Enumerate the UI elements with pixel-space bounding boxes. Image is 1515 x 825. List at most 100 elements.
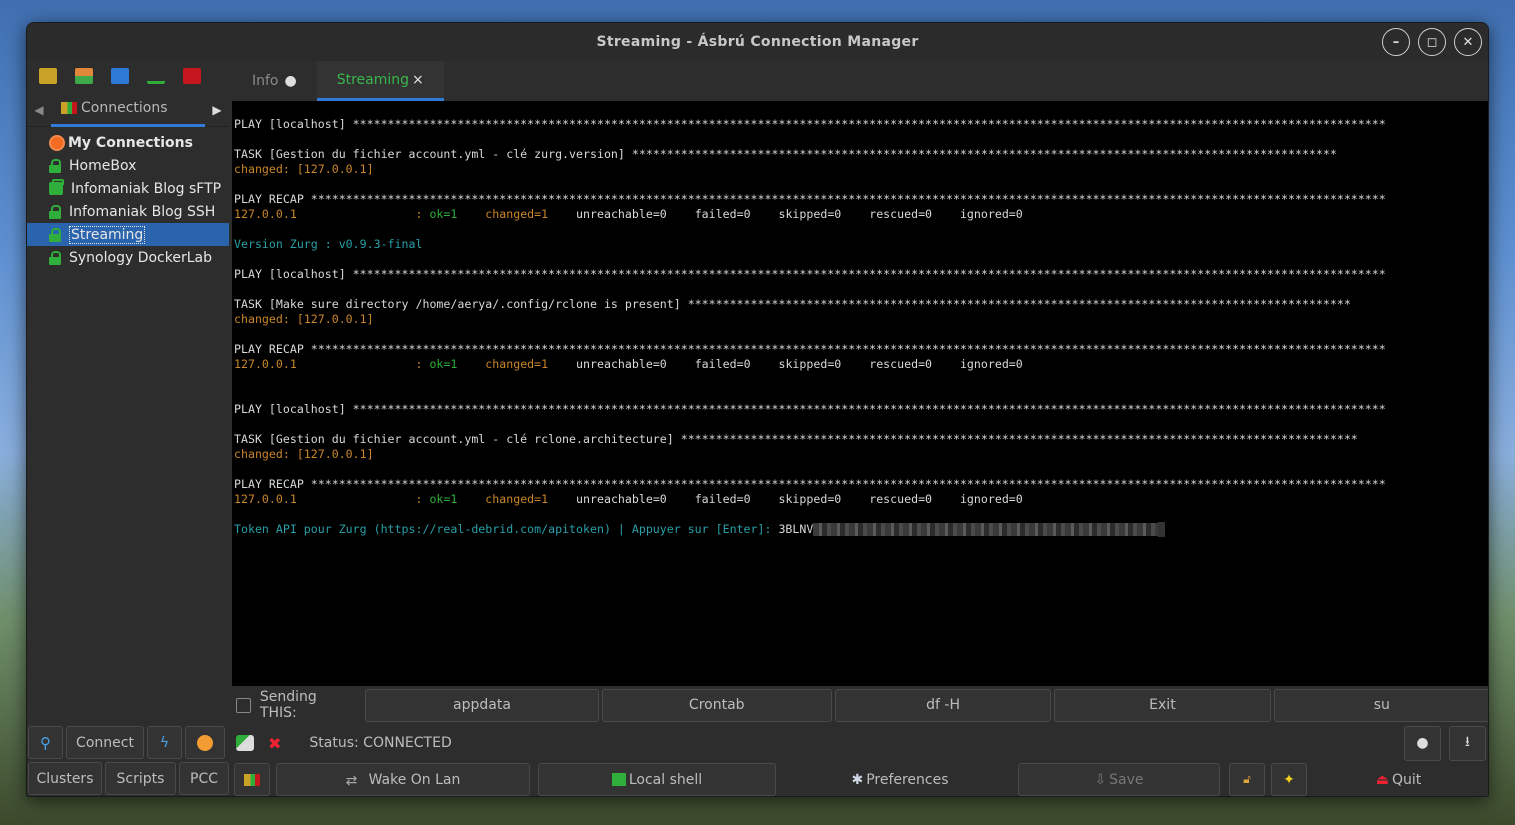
tree-icon [244,773,260,786]
recap-rest: unreachable=0 failed=0 skipped=0 rescued… [576,492,1023,506]
tree-item-label: Streaming [69,225,146,244]
terminal-line: PLAY [localhost] ***********************… [234,402,1386,416]
lock-icon [49,158,61,173]
terminal-cursor [1158,522,1166,537]
tab-connections[interactable]: Connections [51,93,205,127]
padlock-icon: 🔓︎ [1243,772,1251,786]
preferences-button[interactable]: ✱ Preferences [782,763,1018,796]
terminal-line: TASK [Gestion du fichier account.yml - c… [234,432,1358,446]
terminal-line: PLAY [localhost] ***********************… [234,117,1386,131]
tab-streaming[interactable]: Streaming × [316,61,444,101]
recap-changed: changed=1 [485,207,577,221]
delete-icon[interactable] [183,68,201,84]
disconnect-icon[interactable]: ✖ [268,734,281,753]
quick-connect-button[interactable]: ϟ [147,726,182,759]
recap-host: 127.0.0.1 : [234,207,430,221]
save-button[interactable]: ⇩ Save [1018,763,1220,796]
tools-icon: ✱ [851,771,864,788]
tree-item-my-connections[interactable]: My Connections [27,131,229,154]
info-toggle-button[interactable]: ● [1404,725,1441,761]
lock-button[interactable]: 🔓︎ [1229,763,1265,796]
terminal-line: PLAY [localhost] ***********************… [234,267,1386,281]
terminal-icon [611,773,626,786]
recap-host: 127.0.0.1 : [234,357,430,371]
local-shell-button[interactable]: Local shell [538,763,776,796]
send-exit-button[interactable]: Exit [1054,688,1271,722]
send-crontab-button[interactable]: Crontab [601,688,832,722]
quit-icon: ⏏ [1375,771,1389,788]
spellcheck-icon[interactable] [147,68,165,84]
send-bar: Sending THIS: appdata Crontab df -H Exit… [232,687,1488,723]
title-bar: Streaming - Ásbrú Connection Manager – ◻… [27,23,1488,61]
clusters-button[interactable]: Clusters [28,762,102,795]
sparkle-button[interactable]: ✦ [1271,763,1307,796]
main-panel: Info ● Streaming × PLAY [localhost] ****… [232,61,1488,796]
pcc-button[interactable]: PCC [179,762,229,795]
tree-item-synology[interactable]: Synology DockerLab [27,246,229,269]
scroll-right-icon[interactable]: ▶ [205,103,229,117]
scroll-left-icon[interactable]: ◀ [27,103,51,117]
prompt-input[interactable]: 3BLNV [778,522,813,536]
scroll-bottom-button[interactable]: ⭳ [1449,725,1486,761]
connected-icon [236,735,254,751]
tab-info-label: Info [252,73,279,89]
save-label: Save [1109,771,1144,788]
bottom-toolbar: ⇄ Wake On Lan Local shell ✱ Preferences … [232,761,1488,796]
wake-on-lan-button[interactable]: ⇄ Wake On Lan [276,763,530,796]
network-icon: ⇄ [345,772,358,789]
window-title: Streaming - Ásbrú Connection Manager [596,34,919,50]
rename-icon[interactable] [75,68,93,84]
terminal-line: PLAY RECAP *****************************… [234,342,1386,356]
tree-item-label: Infomaniak Blog sFTP [71,180,222,197]
close-window-button[interactable]: ✕ [1454,28,1482,56]
connect-button[interactable]: Connect [66,726,144,759]
wake-on-lan-label: Wake On Lan [368,771,461,788]
send-df-button[interactable]: df -H [834,688,1052,722]
send-appdata-button[interactable]: appdata [365,688,599,722]
edit-icon[interactable] [111,68,129,84]
star-icon [197,734,213,751]
arrow-down-icon: ⭳ [1465,734,1470,750]
terminal-line: 127.0.0.1 : ok=1 changed=1 unreachable=0… [234,357,1488,372]
status-bar: ✖ Status: CONNECTED ● ⭳ [232,725,1488,761]
quit-button[interactable]: ⏏ Quit [1307,763,1488,796]
tree-item-infomaniak-ssh[interactable]: Infomaniak Blog SSH [27,200,229,223]
tree-item-infomaniak-sftp[interactable]: Infomaniak Blog sFTP [27,177,229,200]
session-tabs: Info ● Streaming × [232,61,1488,101]
quit-label: Quit [1391,771,1422,788]
maximize-button[interactable]: ◻ [1418,28,1446,56]
add-group-icon[interactable] [39,68,57,84]
terminal-line: PLAY RECAP *****************************… [234,192,1386,206]
tree-item-homebox[interactable]: HomeBox [27,154,229,177]
recap-rest: unreachable=0 failed=0 skipped=0 rescued… [576,357,1023,371]
tab-info[interactable]: Info ● [232,61,317,101]
status-text: Status: CONNECTED [309,735,452,751]
sparkle-icon: ✦ [1283,771,1295,788]
send-su-button[interactable]: su [1273,688,1488,722]
save-icon: ⇩ [1094,771,1107,788]
search-icon: ⚲ [40,733,51,752]
minimize-button[interactable]: – [1382,28,1410,56]
preferences-label: Preferences [866,771,949,788]
scripts-button[interactable]: Scripts [105,762,176,795]
lock-icon [49,227,61,242]
favourites-button[interactable] [185,726,225,759]
terminal-line: 127.0.0.1 : ok=1 changed=1 unreachable=0… [234,207,1488,222]
tree-toggle-button[interactable] [234,763,270,796]
sending-checkbox[interactable] [236,697,251,713]
terminal-line: TASK [Make sure directory /home/aerya/.c… [234,297,1351,311]
local-shell-label: Local shell [628,771,703,788]
close-tab-icon[interactable]: × [412,72,424,88]
tree-item-label: My Connections [68,134,193,151]
terminal-output[interactable]: PLAY [localhost] ***********************… [232,101,1488,686]
search-button[interactable]: ⚲ [28,726,63,759]
redacted-token [813,523,1159,536]
tree-item-streaming[interactable]: Streaming [27,223,229,246]
terminal-line: changed: [127.0.0.1] [234,312,374,326]
recap-rest: unreachable=0 failed=0 skipped=0 rescued… [576,207,1023,221]
